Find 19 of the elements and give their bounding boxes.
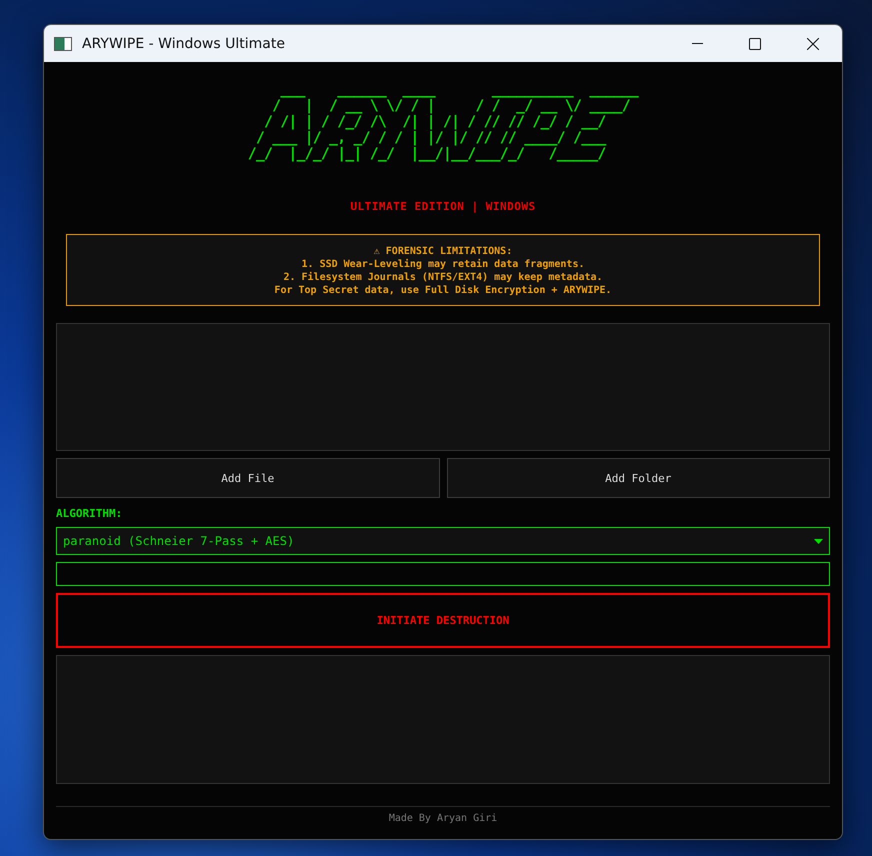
minimize-icon	[692, 42, 702, 44]
maximize-icon	[749, 38, 761, 50]
algorithm-dropdown[interactable]: paranoid (Schneier 7-Pass + AES)	[56, 527, 830, 555]
warning-line: For Top Secret data, use Full Disk Encryption + ARYWIPE.	[274, 284, 612, 297]
dropdown-caret-icon	[814, 538, 823, 544]
ascii-art-logo: ___ ______ ____ __________ ______ / | / __ \ \/ / | / / _/ __ \/ ____/ / /| | / /_/ /\ /| | /| / // // /_/ / __/ / ___ |/ _, _/ / / | |/ |/ // // ____/ /___ /_/ |_/_/ |_| /_/ |__/|__/___/_/ /_____/	[248, 82, 638, 162]
input-field[interactable]	[56, 562, 830, 586]
warning-line: 1. SSD Wear-Leveling may retain data fragments.	[302, 258, 584, 271]
initiate-destruction-button[interactable]: INITIATE DESTRUCTION	[56, 593, 830, 648]
edition-subtitle: ULTIMATE EDITION | WINDOWS	[349, 200, 537, 213]
add-button[interactable]: Add Folder	[446, 458, 830, 498]
close-icon	[807, 38, 819, 50]
app-icon	[54, 36, 72, 50]
algorithm-label: ALGORITHM:	[56, 507, 124, 520]
window-title: ARYWIPE - Windows Ultimate	[82, 36, 286, 52]
footer-credit: Made By Aryan Giri	[56, 806, 830, 824]
warning-title: ⚠ FORENSIC LIMITATIONS:	[374, 245, 512, 258]
warning-line: 2. Filesystem Journals (NTFS/EXT4) may keep metadata.	[283, 271, 603, 284]
add-button[interactable]: Add File	[56, 458, 440, 498]
